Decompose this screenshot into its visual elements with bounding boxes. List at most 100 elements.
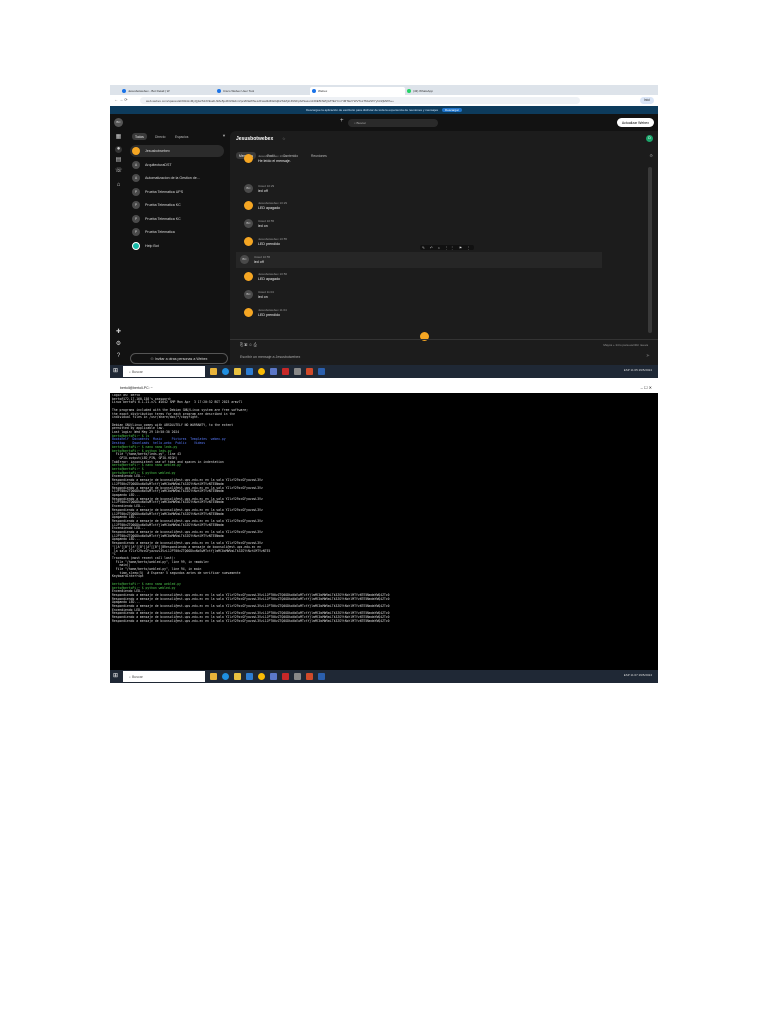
space-list-item[interactable]: Help Bot [130, 240, 224, 252]
putty-icon[interactable] [270, 673, 277, 680]
phone-icon[interactable]: ☏ [115, 168, 123, 175]
profile-button[interactable]: Inici [639, 96, 654, 104]
windows-start-icon[interactable]: ⊞ [113, 368, 119, 374]
message-item[interactable]: BC Usted 10:55 led off [236, 251, 602, 268]
send-icon[interactable]: ➤ [646, 353, 650, 359]
settings-gear-icon[interactable]: ⚙ [115, 341, 122, 348]
app-icon[interactable] [306, 368, 313, 375]
space-list-item[interactable]: A Automatizacion de la Gestion de... [130, 172, 224, 184]
help-icon[interactable]: ? [115, 353, 122, 360]
browser-tab[interactable]: Jesusbotwebex - Bot Detail | W [120, 87, 215, 95]
message-item[interactable]: Jesusbotwebex 10:29 LED apagado [240, 198, 600, 214]
app-icon[interactable] [306, 673, 313, 680]
space-avatar: P [132, 214, 140, 223]
file-explorer-icon[interactable] [210, 368, 217, 375]
filter-espacios[interactable]: Espacios [172, 133, 191, 140]
windows-taskbar: ⊞ ⌕ Buscar ESP 11:05 29/5/2024 [110, 365, 658, 378]
browser-tab[interactable]: (43) WhatsApp [405, 87, 475, 95]
browser-tab-active[interactable]: Webex [310, 87, 405, 95]
space-list-item[interactable]: Jesusbotwebex [130, 145, 224, 157]
windows-taskbar: ⊞ ⌕ Buscar ESP 11:07 29/5/2024 [110, 670, 658, 683]
message-text: LED prendido [258, 312, 280, 317]
app-icon[interactable] [294, 368, 301, 375]
taskbar-search[interactable]: ⌕ Buscar [123, 671, 205, 682]
message-meta: Jesusbotwebex 10:56 [258, 272, 288, 277]
edge-icon[interactable] [222, 368, 229, 375]
space-name: Jesusbotwebex [145, 149, 170, 153]
update-webex-button[interactable]: Actualizar Webex [616, 118, 654, 127]
meetings-icon[interactable]: ⌂ [115, 182, 122, 189]
message-item[interactable]: BC Usted 10:29 led off [240, 181, 600, 197]
compose-format-icons[interactable]: ⎘ ▣ ☺ ⎙ [240, 342, 257, 347]
putty-icon[interactable] [270, 368, 277, 375]
space-list-item[interactable]: P Prueba Telematica KC [130, 199, 224, 211]
window-controls-icon[interactable]: – ☐ ✕ [641, 385, 652, 390]
bot-avatar [244, 154, 253, 163]
connect-apps-icon[interactable]: ✚ [115, 329, 122, 336]
space-avatar: P [132, 228, 140, 236]
space-title: Jesusbotwebex [236, 136, 274, 142]
plus-icon[interactable]: + [340, 118, 344, 124]
message-input[interactable]: Escribir un mensaje a Jesusbotwebex [240, 355, 300, 359]
message-item[interactable]: BC Usted 11:04 led on [240, 287, 600, 303]
user-avatar[interactable]: BC [114, 118, 123, 127]
calendar-icon[interactable]: ▤ [115, 157, 122, 164]
apps-grid-icon[interactable]: ▦ [115, 134, 122, 141]
taskbar-search[interactable]: ⌕ Buscar [123, 366, 205, 377]
space-avatar: A [132, 160, 140, 169]
message-item[interactable]: BC Usted 10:55 led on [240, 216, 600, 232]
search-input[interactable]: ⌕ Buscar [348, 119, 438, 127]
invite-button[interactable]: ⚇ Invitar a otras personas a Webex [130, 353, 228, 364]
system-tray: ESP 11:07 29/5/2024 [623, 673, 652, 677]
user-avatar: BC [244, 289, 253, 299]
message-meta: Usted 10:29 [258, 183, 275, 188]
chrome-icon[interactable] [258, 368, 265, 375]
windows-start-icon[interactable]: ⊞ [113, 673, 119, 679]
nav-arrows-icon[interactable]: ← → ⟳ [114, 97, 128, 102]
space-list-item[interactable]: A ArquitecturaDST [130, 159, 224, 171]
message-meta: Jesusbotwebex 10:29 [258, 154, 288, 158]
space-list-item[interactable]: P Prueba Telematica UPS [130, 186, 224, 198]
chrome-icon[interactable] [258, 673, 265, 680]
messaging-icon[interactable]: ● [115, 146, 122, 153]
space-avatar: A [132, 174, 140, 182]
file-explorer-icon[interactable] [210, 673, 217, 680]
terminal-screenshot: bertoll@bertoll-PC: ~ – ☐ ✕ login as: ber… [110, 383, 658, 683]
user-avatar: BC [244, 183, 253, 193]
scrollbar[interactable] [648, 167, 652, 333]
browser-tab-bar: Jesusbotwebex - Bot Detail | W Cisco Web… [110, 85, 658, 95]
message-item[interactable]: Jesusbotwebex 10:56 LED apagado [240, 269, 600, 285]
space-name: Prueba Telematica KC [145, 216, 181, 221]
filter-icon[interactable]: ▼ [222, 133, 226, 138]
webex-top-bar: BC + ⌕ Buscar Actualizar Webex [110, 114, 658, 131]
store-icon[interactable] [246, 368, 253, 375]
word-icon[interactable] [318, 673, 325, 680]
terminal-line: Respondiendo a mensaje de bconsoli@est.u… [112, 618, 390, 623]
store-icon[interactable] [246, 673, 253, 680]
user-avatar: BC [240, 254, 249, 264]
url-input[interactable]: web.webex.com/spaces/ah90nHvMyQjIs2S3JVE… [140, 97, 580, 104]
filter-todos[interactable]: Todos [132, 133, 147, 140]
app-icon[interactable] [282, 368, 289, 375]
message-item[interactable]: Jesusbotwebex 11:04 LED prendido [240, 305, 600, 321]
message-hover-toolbar[interactable]: ✎ ↶ ⌂ ⋮⋮ ⚑ ⋮ [420, 245, 475, 250]
message-item[interactable]: Jesusbotwebex 10:29 He leído el mensaje. [240, 151, 600, 167]
edge-icon[interactable] [222, 673, 229, 680]
webex-favicon-icon [122, 89, 126, 93]
browser-tab[interactable]: Cisco Webex User Tool [215, 87, 310, 95]
message-text: LED apagado [258, 206, 280, 211]
folder-icon[interactable] [234, 368, 241, 375]
space-settings-icon[interactable]: ⚙ [649, 153, 653, 158]
download-banner: Descargue la aplicación de escritorio pa… [110, 106, 658, 114]
folder-icon[interactable] [234, 673, 241, 680]
app-icon[interactable] [294, 673, 301, 680]
app-icon[interactable] [282, 673, 289, 680]
terminal-output[interactable]: login as: berto berto@172.17.160.158's pa… [112, 394, 656, 670]
download-button[interactable]: Descargar [442, 108, 462, 112]
star-icon[interactable]: ☆ [282, 136, 286, 141]
filter-directo[interactable]: Directo [152, 133, 168, 140]
word-icon[interactable] [318, 368, 325, 375]
space-list-item[interactable]: P Prueba Telematica [130, 226, 224, 238]
space-avatar[interactable]: D [646, 135, 653, 142]
space-list-item[interactable]: P Prueba Telematica KC [130, 213, 224, 225]
